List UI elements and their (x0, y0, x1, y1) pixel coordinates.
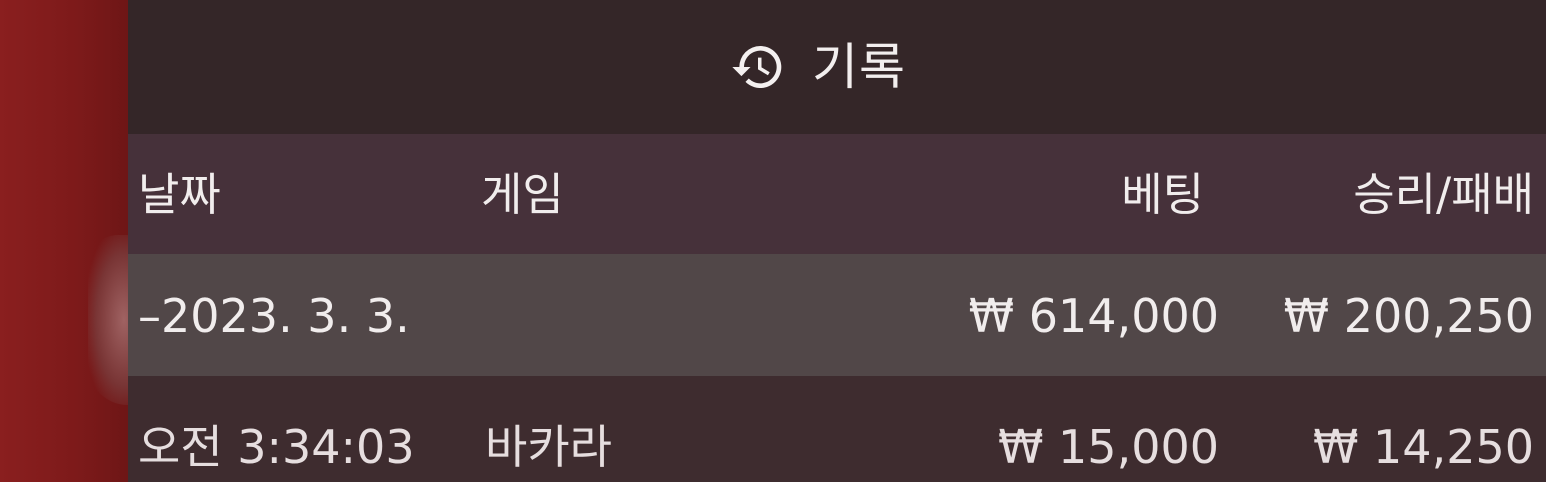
history-header: 기록 (128, 0, 1546, 134)
history-icon (730, 39, 786, 95)
column-header-date: 날짜 (138, 168, 221, 221)
column-header-win-loss: 승리/패배 (1353, 168, 1534, 221)
history-panel: 기록 날짜 게임 베팅 승리/패배 –2023. 3. 3. ₩ 614,000… (128, 0, 1546, 482)
group-win-loss-total: ₩ 200,250 (1283, 289, 1534, 343)
date-group-row[interactable]: –2023. 3. 3. ₩ 614,000 ₩ 200,250 (128, 254, 1546, 376)
column-header-bet: 베팅 (1121, 168, 1204, 221)
table-row[interactable]: 오전 3:34:03 바카라 ₩ 15,000 ₩ 14,250 (128, 376, 1546, 482)
group-bet-total: ₩ 614,000 (968, 289, 1219, 343)
row-time: 오전 3:34:03 (138, 420, 415, 474)
table-header: 날짜 게임 베팅 승리/패배 (128, 134, 1546, 254)
column-header-game: 게임 (481, 168, 564, 221)
row-bet: ₩ 15,000 (997, 420, 1219, 474)
row-win-loss: ₩ 14,250 (1312, 420, 1534, 474)
page-title: 기록 (812, 38, 906, 96)
row-game: 바카라 (485, 420, 612, 474)
group-date: –2023. 3. 3. (138, 289, 410, 343)
